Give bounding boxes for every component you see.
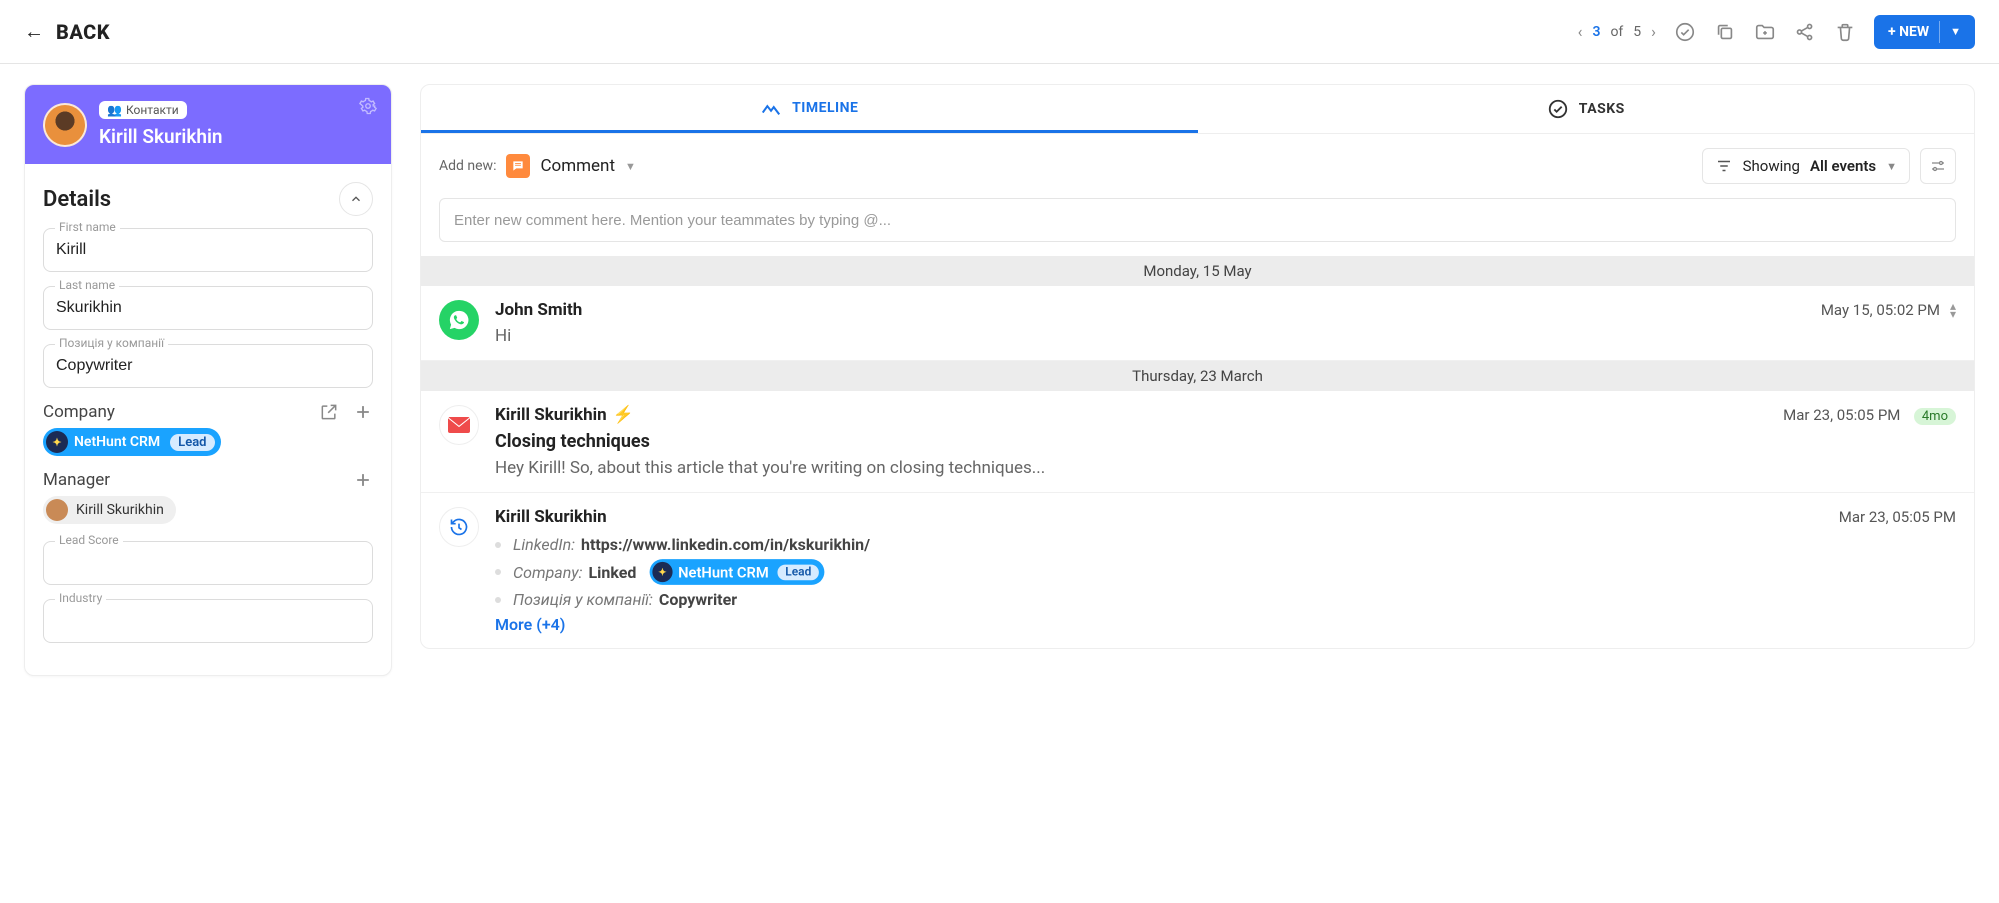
open-link-icon[interactable] bbox=[319, 402, 339, 422]
folder-move-icon[interactable] bbox=[1754, 21, 1776, 43]
copy-icon[interactable] bbox=[1714, 21, 1736, 43]
timeline-item-author: Kirill Skurikhin bbox=[495, 507, 607, 527]
share-icon[interactable] bbox=[1794, 21, 1816, 43]
log-more[interactable]: More (+4) bbox=[495, 615, 1956, 634]
industry-input[interactable] bbox=[43, 599, 373, 643]
company-chip[interactable]: ✦ NetHunt CRM Lead bbox=[650, 559, 825, 585]
lead-score-input[interactable] bbox=[43, 541, 373, 585]
industry-field: Industry bbox=[43, 599, 373, 643]
mail-icon bbox=[439, 405, 479, 445]
bolt-icon: ⚡ bbox=[613, 405, 634, 425]
trash-icon[interactable] bbox=[1834, 21, 1856, 43]
first-name-input[interactable] bbox=[43, 228, 373, 272]
log-row: Позиція у компанії: Copywriter bbox=[495, 588, 1956, 611]
comment-type[interactable]: Comment bbox=[540, 156, 615, 176]
manager-section-label: Manager bbox=[43, 470, 110, 490]
last-name-field: Last name bbox=[43, 286, 373, 330]
timeline-item-body: Hey Kirill! So, about this article that … bbox=[495, 458, 1956, 478]
pager-current: 3 bbox=[1592, 24, 1600, 40]
timeline-item-time: Mar 23, 05:05 PM bbox=[1839, 508, 1956, 526]
last-name-input[interactable] bbox=[43, 286, 373, 330]
comment-input[interactable] bbox=[439, 198, 1956, 242]
timeline-icon bbox=[760, 97, 782, 119]
new-button-label: + NEW bbox=[1888, 24, 1929, 40]
manager-chip-name: Kirill Skurikhin bbox=[76, 502, 164, 518]
new-button[interactable]: + NEW ▼ bbox=[1874, 15, 1975, 49]
history-icon bbox=[439, 507, 479, 547]
pager-next[interactable]: › bbox=[1651, 22, 1656, 41]
check-circle-icon[interactable] bbox=[1674, 21, 1696, 43]
whatsapp-icon bbox=[439, 300, 479, 340]
first-name-field: First name bbox=[43, 228, 373, 272]
company-logo-icon: ✦ bbox=[46, 431, 68, 453]
company-chip[interactable]: ✦ NetHunt CRM Lead bbox=[43, 428, 221, 456]
timeline-item-email: Kirill Skurikhin ⚡ Mar 23, 05:05 PM 4mo … bbox=[421, 391, 1974, 493]
events-filter[interactable]: Showing All events ▼ bbox=[1702, 148, 1910, 184]
lead-score-field: Lead Score bbox=[43, 541, 373, 585]
pager-prev[interactable]: ‹ bbox=[1578, 22, 1583, 41]
position-field: Позиція у компанії bbox=[43, 344, 373, 388]
collapse-details[interactable] bbox=[339, 182, 373, 216]
company-logo-icon: ✦ bbox=[653, 562, 673, 582]
industry-label: Industry bbox=[55, 591, 106, 605]
tune-icon[interactable] bbox=[1920, 148, 1956, 184]
timeline-item-time: Mar 23, 05:05 PM bbox=[1783, 406, 1900, 424]
pager-total: 5 bbox=[1633, 24, 1641, 40]
timeline-item-body: Hi bbox=[495, 326, 1956, 346]
chevron-down-icon: ▼ bbox=[1886, 160, 1897, 173]
pager-of: of bbox=[1610, 24, 1623, 40]
last-name-label: Last name bbox=[55, 278, 119, 292]
back-label: BACK bbox=[56, 20, 110, 44]
timeline-item-author: Kirill Skurikhin ⚡ bbox=[495, 405, 634, 425]
chevron-down-icon[interactable]: ▼ bbox=[625, 160, 636, 173]
gear-icon[interactable] bbox=[359, 97, 377, 115]
tab-timeline[interactable]: TIMELINE bbox=[421, 85, 1198, 133]
avatar bbox=[43, 103, 87, 147]
folder-badge[interactable]: 👥 Контакти bbox=[99, 101, 187, 119]
details-heading: Details bbox=[43, 187, 111, 212]
timeline-item-author: John Smith bbox=[495, 300, 582, 320]
date-separator: Monday, 15 May bbox=[421, 256, 1974, 286]
age-badge: 4mo bbox=[1914, 408, 1956, 425]
contact-name: Kirill Skurikhin bbox=[99, 125, 223, 148]
add-manager-icon[interactable] bbox=[353, 470, 373, 490]
log-linkedin-value[interactable]: https://www.linkedin.com/in/kskurikhin/ bbox=[581, 535, 870, 554]
lead-score-label: Lead Score bbox=[55, 533, 123, 547]
people-icon: 👥 bbox=[107, 103, 122, 117]
contact-header: 👥 Контакти Kirill Skurikhin bbox=[25, 85, 391, 164]
log-row: LinkedIn: https://www.linkedin.com/in/ks… bbox=[495, 533, 1956, 556]
timeline-item-log: Kirill Skurikhin Mar 23, 05:05 PM Linked… bbox=[421, 493, 1974, 648]
filter-value: All events bbox=[1810, 157, 1876, 175]
add-new-prefix: Add new: bbox=[439, 158, 496, 174]
date-separator: Thursday, 23 March bbox=[421, 361, 1974, 391]
chevron-down-icon[interactable]: ▼ bbox=[1950, 25, 1961, 38]
avatar bbox=[46, 499, 68, 521]
back-button[interactable]: ← BACK bbox=[24, 19, 110, 44]
tasks-icon bbox=[1547, 98, 1569, 120]
filter-showing: Showing bbox=[1743, 157, 1800, 175]
record-pager: ‹ 3 of 5 › bbox=[1578, 22, 1656, 41]
add-company-icon[interactable] bbox=[353, 402, 373, 422]
expand-toggle[interactable]: ▴▾ bbox=[1950, 302, 1956, 318]
company-section-label: Company bbox=[43, 402, 115, 422]
arrow-left-icon: ← bbox=[24, 19, 44, 44]
company-chip-status: Lead bbox=[170, 434, 214, 451]
position-label: Позиція у компанії bbox=[55, 336, 168, 350]
position-input[interactable] bbox=[43, 344, 373, 388]
timeline-item-whatsapp: John Smith May 15, 05:02 PM ▴▾ Hi bbox=[421, 286, 1974, 361]
manager-chip[interactable]: Kirill Skurikhin bbox=[43, 496, 176, 524]
comment-icon[interactable] bbox=[506, 154, 530, 178]
timeline-item-time: May 15, 05:02 PM bbox=[1821, 301, 1940, 319]
log-row: Company: Linked ✦ NetHunt CRM Lead bbox=[495, 556, 1956, 588]
first-name-label: First name bbox=[55, 220, 120, 234]
timeline-item-subject: Closing techniques bbox=[495, 431, 1956, 452]
tab-tasks[interactable]: TASKS bbox=[1198, 85, 1975, 133]
company-chip-name: NetHunt CRM bbox=[74, 434, 160, 450]
